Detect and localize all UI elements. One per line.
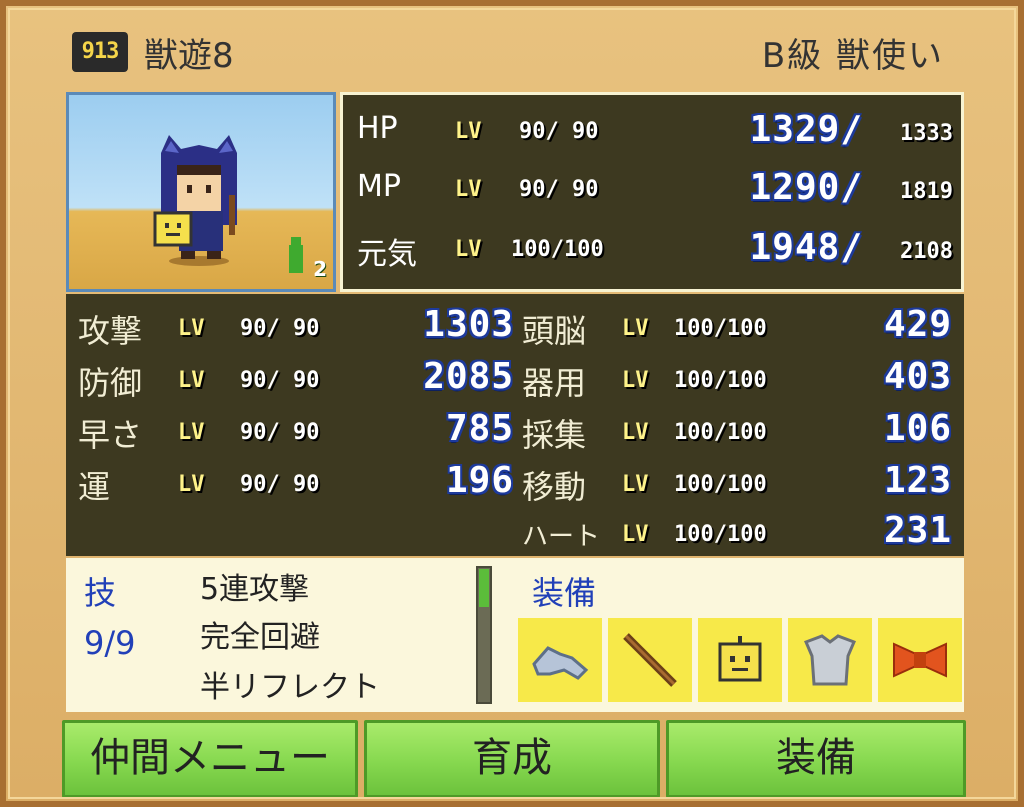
vital-current: 1329/ — [749, 109, 863, 150]
character-id-badge: 913 — [72, 32, 128, 72]
skills-scrollbar[interactable] — [476, 566, 492, 704]
stat-value: 429 — [883, 304, 952, 345]
bow-ribbon-icon — [893, 642, 947, 678]
equip-button[interactable]: 装備 — [666, 720, 966, 798]
gauntlet-icon — [532, 646, 589, 680]
stat-label: 頭脳 — [522, 312, 587, 350]
stat-label: 器用 — [522, 364, 587, 402]
equip-slot-1[interactable] — [518, 618, 602, 702]
lv-value: 100/100 — [511, 237, 604, 262]
stat-value: 123 — [883, 460, 952, 501]
vital-label: HP — [357, 111, 398, 146]
vital-max: 1819 — [900, 179, 953, 204]
stat-label: 攻撃 — [78, 312, 143, 350]
party-menu-button[interactable]: 仲間メニュー — [62, 720, 358, 798]
stat-label: 移動 — [522, 468, 587, 506]
lv-value: 100/100 — [674, 368, 767, 393]
lv-value: 90/ 90 — [240, 420, 320, 445]
staff-icon — [623, 633, 677, 687]
equip-slot-3[interactable] — [698, 618, 782, 702]
skills-heading: 技 — [84, 574, 117, 612]
lv-label: LV — [622, 472, 649, 497]
train-button[interactable]: 育成 — [364, 720, 660, 798]
stat-row-dexterity: 器用 LV 100/100 403 — [518, 354, 960, 406]
stats-panel: 攻撃 LV 90/ 90 1303 防御 LV 90/ 90 2085 早さ L… — [66, 294, 964, 556]
vital-current: 1948/ — [749, 227, 863, 268]
lv-value: 100/100 — [674, 420, 767, 445]
beast-tamer-sprite-icon — [153, 135, 303, 273]
scrollbar-thumb[interactable] — [479, 569, 489, 607]
lv-label: LV — [178, 368, 205, 393]
stat-row-attack: 攻撃 LV 90/ 90 1303 — [66, 302, 516, 354]
stat-value: 106 — [883, 408, 952, 449]
stat-value: 231 — [883, 510, 952, 551]
equip-slot-5[interactable] — [878, 618, 962, 702]
robot-face-icon — [718, 636, 762, 682]
lv-value: 100/100 — [674, 522, 767, 547]
status-window: 913 獣遊8 B級 獣使い 2 HP LV 90/ 90 1329/ 1333… — [0, 0, 1024, 807]
companion-count-badge: 2 — [313, 257, 327, 281]
lv-value: 100/100 — [674, 316, 767, 341]
skill-item[interactable]: 半リフレクト — [200, 662, 380, 706]
character-portrait: 2 — [66, 92, 336, 292]
stat-row-defense: 防御 LV 90/ 90 2085 — [66, 354, 516, 406]
vital-label: 元気 — [357, 237, 417, 272]
chestplate-icon — [804, 634, 856, 686]
lv-value: 90/ 90 — [240, 368, 320, 393]
character-rank-class: B級 獣使い — [761, 36, 944, 76]
stat-row-gathering: 採集 LV 100/100 106 — [518, 406, 960, 458]
stat-value: 403 — [883, 356, 952, 397]
lv-value: 90/ 90 — [519, 177, 599, 202]
lv-label: LV — [178, 316, 205, 341]
stat-label: 防御 — [78, 364, 143, 402]
vital-row-genki: 元気 LV 100/100 1948/ 2108 — [343, 227, 961, 279]
stat-value: 196 — [445, 460, 514, 501]
vitals-panel: HP LV 90/ 90 1329/ 1333 MP LV 90/ 90 129… — [340, 92, 964, 292]
lv-label: LV — [622, 316, 649, 341]
lv-label: LV — [178, 472, 205, 497]
lv-label: LV — [455, 119, 482, 144]
stat-value: 2085 — [423, 356, 514, 397]
skill-item[interactable]: 5連攻撃 — [200, 564, 309, 608]
skills-count: 9/9 — [84, 624, 136, 662]
stat-row-speed: 早さ LV 90/ 90 785 — [66, 406, 516, 458]
stat-label: 早さ — [78, 416, 143, 454]
lv-label: LV — [622, 368, 649, 393]
lv-value: 90/ 90 — [240, 472, 320, 497]
skills-equipment-panel: 技 9/9 5連攻撃 完全回避 半リフレクト 装備 — [66, 558, 964, 712]
stat-row-luck: 運 LV 90/ 90 196 — [66, 458, 516, 510]
stat-row-movement: 移動 LV 100/100 123 — [518, 458, 960, 510]
equip-slot-4[interactable] — [788, 618, 872, 702]
lv-value: 100/100 — [674, 472, 767, 497]
vital-row-mp: MP LV 90/ 90 1290/ 1819 — [343, 167, 961, 219]
stat-value: 1303 — [423, 304, 514, 345]
vital-max: 1333 — [900, 121, 953, 146]
stat-row-intellect: 頭脳 LV 100/100 429 — [518, 302, 960, 354]
vital-max: 2108 — [900, 239, 953, 264]
vital-current: 1290/ — [749, 167, 863, 208]
lv-label: LV — [455, 237, 482, 262]
stat-value: 785 — [445, 408, 514, 449]
equip-slot-2[interactable] — [608, 618, 692, 702]
vital-row-hp: HP LV 90/ 90 1329/ 1333 — [343, 109, 961, 161]
vital-label: MP — [357, 169, 401, 204]
lv-label: LV — [178, 420, 205, 445]
lv-label: LV — [622, 420, 649, 445]
equipment-heading: 装備 — [532, 574, 597, 612]
lv-label: LV — [455, 177, 482, 202]
lv-value: 90/ 90 — [240, 316, 320, 341]
stat-row-heart: ハート LV 100/100 231 — [518, 508, 960, 560]
lv-value: 90/ 90 — [519, 119, 599, 144]
stat-label: 採集 — [522, 416, 587, 454]
stat-label: ハート — [522, 522, 601, 552]
character-name: 獣遊8 — [144, 36, 234, 76]
lv-label: LV — [622, 522, 649, 547]
stat-label: 運 — [78, 468, 111, 506]
skill-item[interactable]: 完全回避 — [200, 612, 320, 656]
